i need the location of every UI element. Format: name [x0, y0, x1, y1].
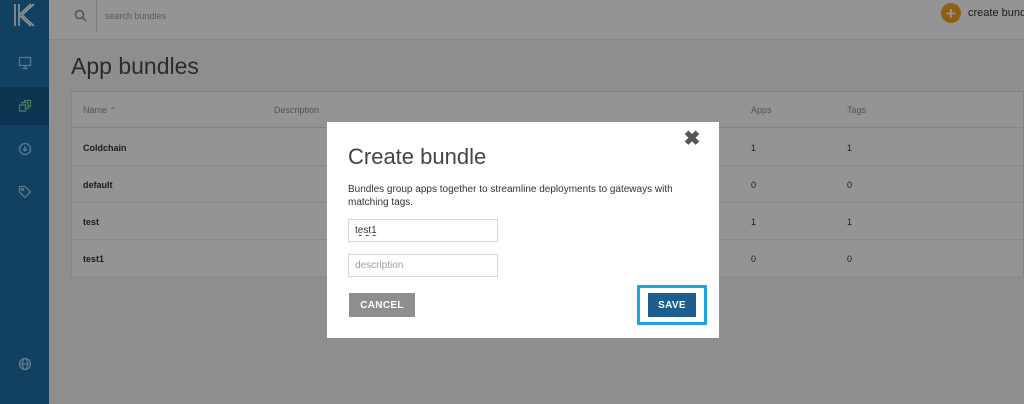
- create-bundle-dialog: ✖ Create bundle Bundles group apps toget…: [327, 122, 719, 338]
- cancel-button[interactable]: CANCEL: [349, 293, 415, 317]
- close-icon[interactable]: ✖: [683, 129, 701, 149]
- bundle-name-input[interactable]: [348, 219, 498, 242]
- dialog-title: Create bundle: [348, 144, 487, 169]
- bundle-description-input[interactable]: [348, 254, 498, 277]
- dialog-description: Bundles group apps together to streamlin…: [348, 184, 673, 208]
- save-button[interactable]: SAVE: [648, 293, 696, 317]
